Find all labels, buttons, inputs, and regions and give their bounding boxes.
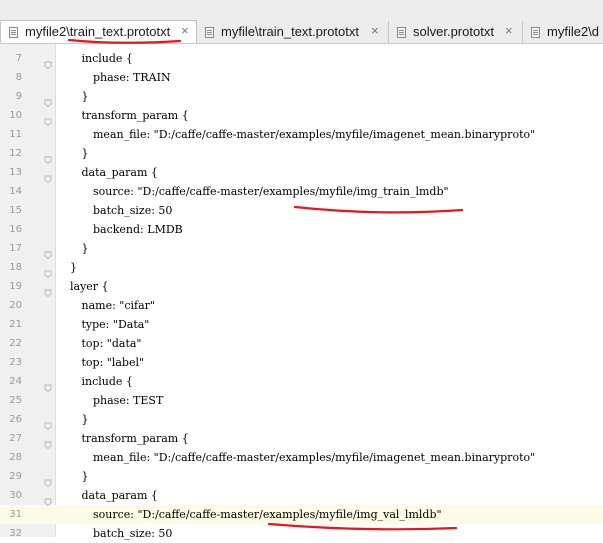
underline-tab-title [67, 38, 182, 44]
underline-train-lmdb [293, 205, 464, 214]
red-annotation-marks [67, 38, 464, 531]
underline-val-lmldb [267, 522, 458, 531]
